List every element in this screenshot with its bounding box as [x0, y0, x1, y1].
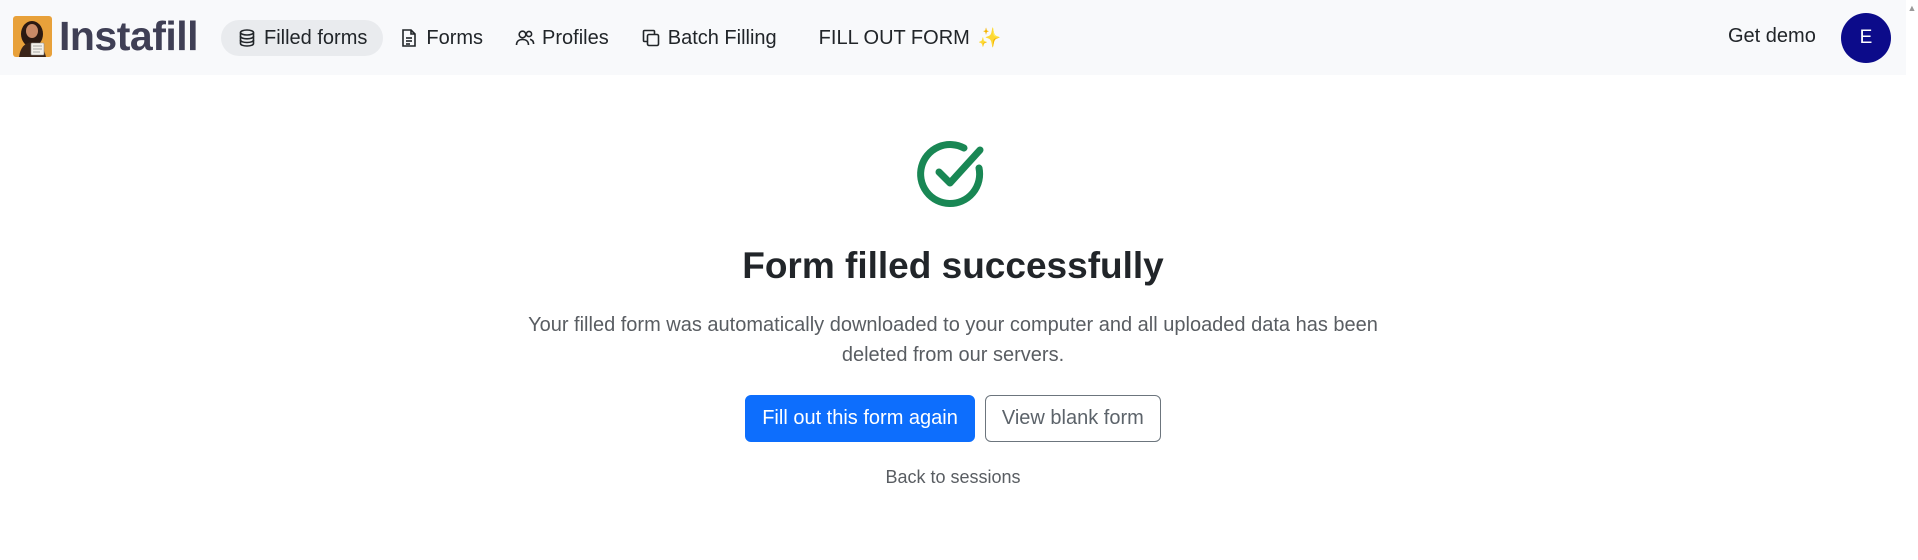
nav-links: Filled forms Forms Profiles Batch Fillin…	[221, 20, 1017, 56]
success-description: Your filled form was automatically downl…	[528, 314, 1378, 366]
nav-item-label: Forms	[426, 26, 484, 49]
nav-item-fill-out-form[interactable]: FILL OUT FORM ✨	[803, 20, 1018, 56]
sparkle-icon: ✨	[977, 28, 1002, 49]
woman-holding-form-logo	[13, 16, 52, 57]
view-blank-form-button[interactable]: View blank form	[984, 395, 1161, 442]
avatar[interactable]: E	[1841, 13, 1891, 63]
action-buttons: Fill out this form again View blank form	[745, 395, 1161, 442]
scroll-up-arrow-icon[interactable]: ▲	[1906, 2, 1918, 14]
document-icon	[402, 29, 417, 47]
back-to-sessions-link[interactable]: Back to sessions	[885, 467, 1020, 488]
copy-icon	[642, 29, 660, 47]
people-icon	[515, 30, 535, 46]
nav-item-label: Profiles	[542, 26, 609, 49]
nav-item-label: FILL OUT FORM	[818, 26, 970, 49]
nav-item-forms[interactable]: Forms	[383, 20, 499, 56]
page-title: Form filled successfully	[742, 245, 1164, 286]
check-circle-icon	[917, 141, 984, 208]
nav-item-label: Filled forms	[264, 26, 368, 49]
get-demo-link[interactable]: Get demo	[1728, 25, 1816, 48]
top-navbar: Instafill Filled forms Forms Profiles Ba…	[0, 0, 1906, 75]
nav-item-label: Batch Filling	[667, 26, 777, 49]
brand[interactable]: Instafill	[13, 13, 199, 59]
database-icon	[239, 29, 255, 47]
nav-item-profiles[interactable]: Profiles	[499, 20, 625, 56]
nav-item-filled-forms[interactable]: Filled forms	[221, 20, 384, 56]
brand-name: Instafill	[59, 13, 199, 59]
fill-again-button[interactable]: Fill out this form again	[745, 395, 975, 442]
nav-item-batch-filling[interactable]: Batch Filling	[625, 20, 793, 56]
success-panel: Form filled successfully Your filled for…	[0, 75, 1906, 488]
